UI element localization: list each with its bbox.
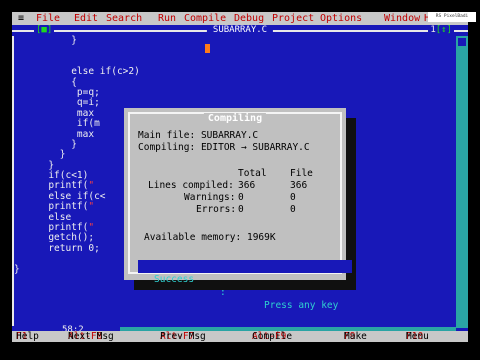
memory-value: 1969K	[246, 232, 276, 243]
window-title: SUBARRAY.C	[206, 25, 274, 36]
column-file: File	[290, 168, 313, 179]
system-menu-icon[interactable]: ≡	[18, 12, 24, 25]
compiling-label: Compiling:	[138, 142, 196, 153]
window-number: 1[↕]	[428, 25, 454, 36]
main-file-label: Main file:	[138, 130, 196, 141]
vertical-scroll-thumb[interactable]	[458, 38, 466, 46]
menu-search-label: Search	[106, 13, 143, 24]
text-cursor	[205, 44, 210, 53]
lines-total: 366	[238, 180, 256, 191]
success-label: Success	[154, 274, 195, 285]
status-make-label: Make	[344, 331, 367, 342]
menu-run-label: Run	[158, 13, 177, 24]
errors-label: Errors:	[196, 204, 237, 215]
menu-bar: ≡ File Edit Search Run Compile Debug Pro…	[12, 12, 468, 25]
errors-total: 0	[238, 204, 244, 215]
status-prev-msg-label: Prev Msg	[160, 331, 206, 342]
lines-file: 366	[290, 180, 308, 191]
code-line: }	[14, 35, 77, 46]
status-next-msg-label: Next Msg	[68, 331, 114, 342]
main-file-row: Main file: SUBARRAY.C	[138, 130, 258, 141]
memory-label: Available memory:	[144, 232, 242, 243]
menu-window-label: Window	[384, 13, 421, 24]
zoom-icon[interactable]: [↕]	[436, 25, 452, 35]
compiling-dialog: Compiling Main file: SUBARRAY.C Compilin…	[124, 108, 352, 311]
window-title-bar: [■] SUBARRAY.C 1[↕]	[12, 25, 468, 36]
compiling-row: Compiling: EDITOR → SUBARRAY.C	[138, 142, 310, 153]
warnings-total: 0	[238, 192, 244, 203]
status-bar: F1 Help Alt-F8 Next Msg Alt-F7 Prev Msg …	[12, 331, 468, 342]
status-menu-label: Menu	[406, 331, 429, 342]
menu-debug-label: Debug	[234, 13, 265, 24]
warnings-file: 0	[290, 192, 296, 203]
menu-compile-label: Compile	[184, 13, 227, 24]
menu-options-label: Options	[320, 13, 363, 24]
status-compile-label: Compile	[252, 331, 293, 342]
press-any-key-label: Press any key	[264, 300, 339, 311]
success-bar[interactable]: Success : Press any key	[138, 260, 352, 311]
dialog-title: Compiling	[203, 113, 267, 125]
code-line: else if(c>2)	[14, 66, 140, 78]
turbo-c-ide: ≡ File Edit Search Run Compile Debug Pro…	[12, 12, 468, 342]
vertical-scrollbar[interactable]	[456, 36, 468, 328]
close-icon: [■]	[36, 25, 53, 35]
errors-file: 0	[290, 204, 296, 215]
overlay-badge: RS PixelBadi	[428, 12, 476, 22]
warnings-label: Warnings:	[184, 192, 236, 203]
menu-project-label: Project	[272, 13, 315, 24]
menu-file-label: File	[36, 13, 61, 24]
main-file-value: SUBARRAY.C	[200, 130, 259, 141]
memory-row: Available memory: 1969K	[144, 232, 276, 243]
menu-edit-label: Edit	[74, 13, 99, 24]
lines-compiled-label: Lines compiled:	[148, 180, 234, 191]
column-total: Total	[238, 168, 267, 179]
success-separator: :	[220, 287, 226, 298]
compiling-value: EDITOR → SUBARRAY.C	[200, 142, 310, 153]
status-help-label: Help	[16, 331, 39, 342]
